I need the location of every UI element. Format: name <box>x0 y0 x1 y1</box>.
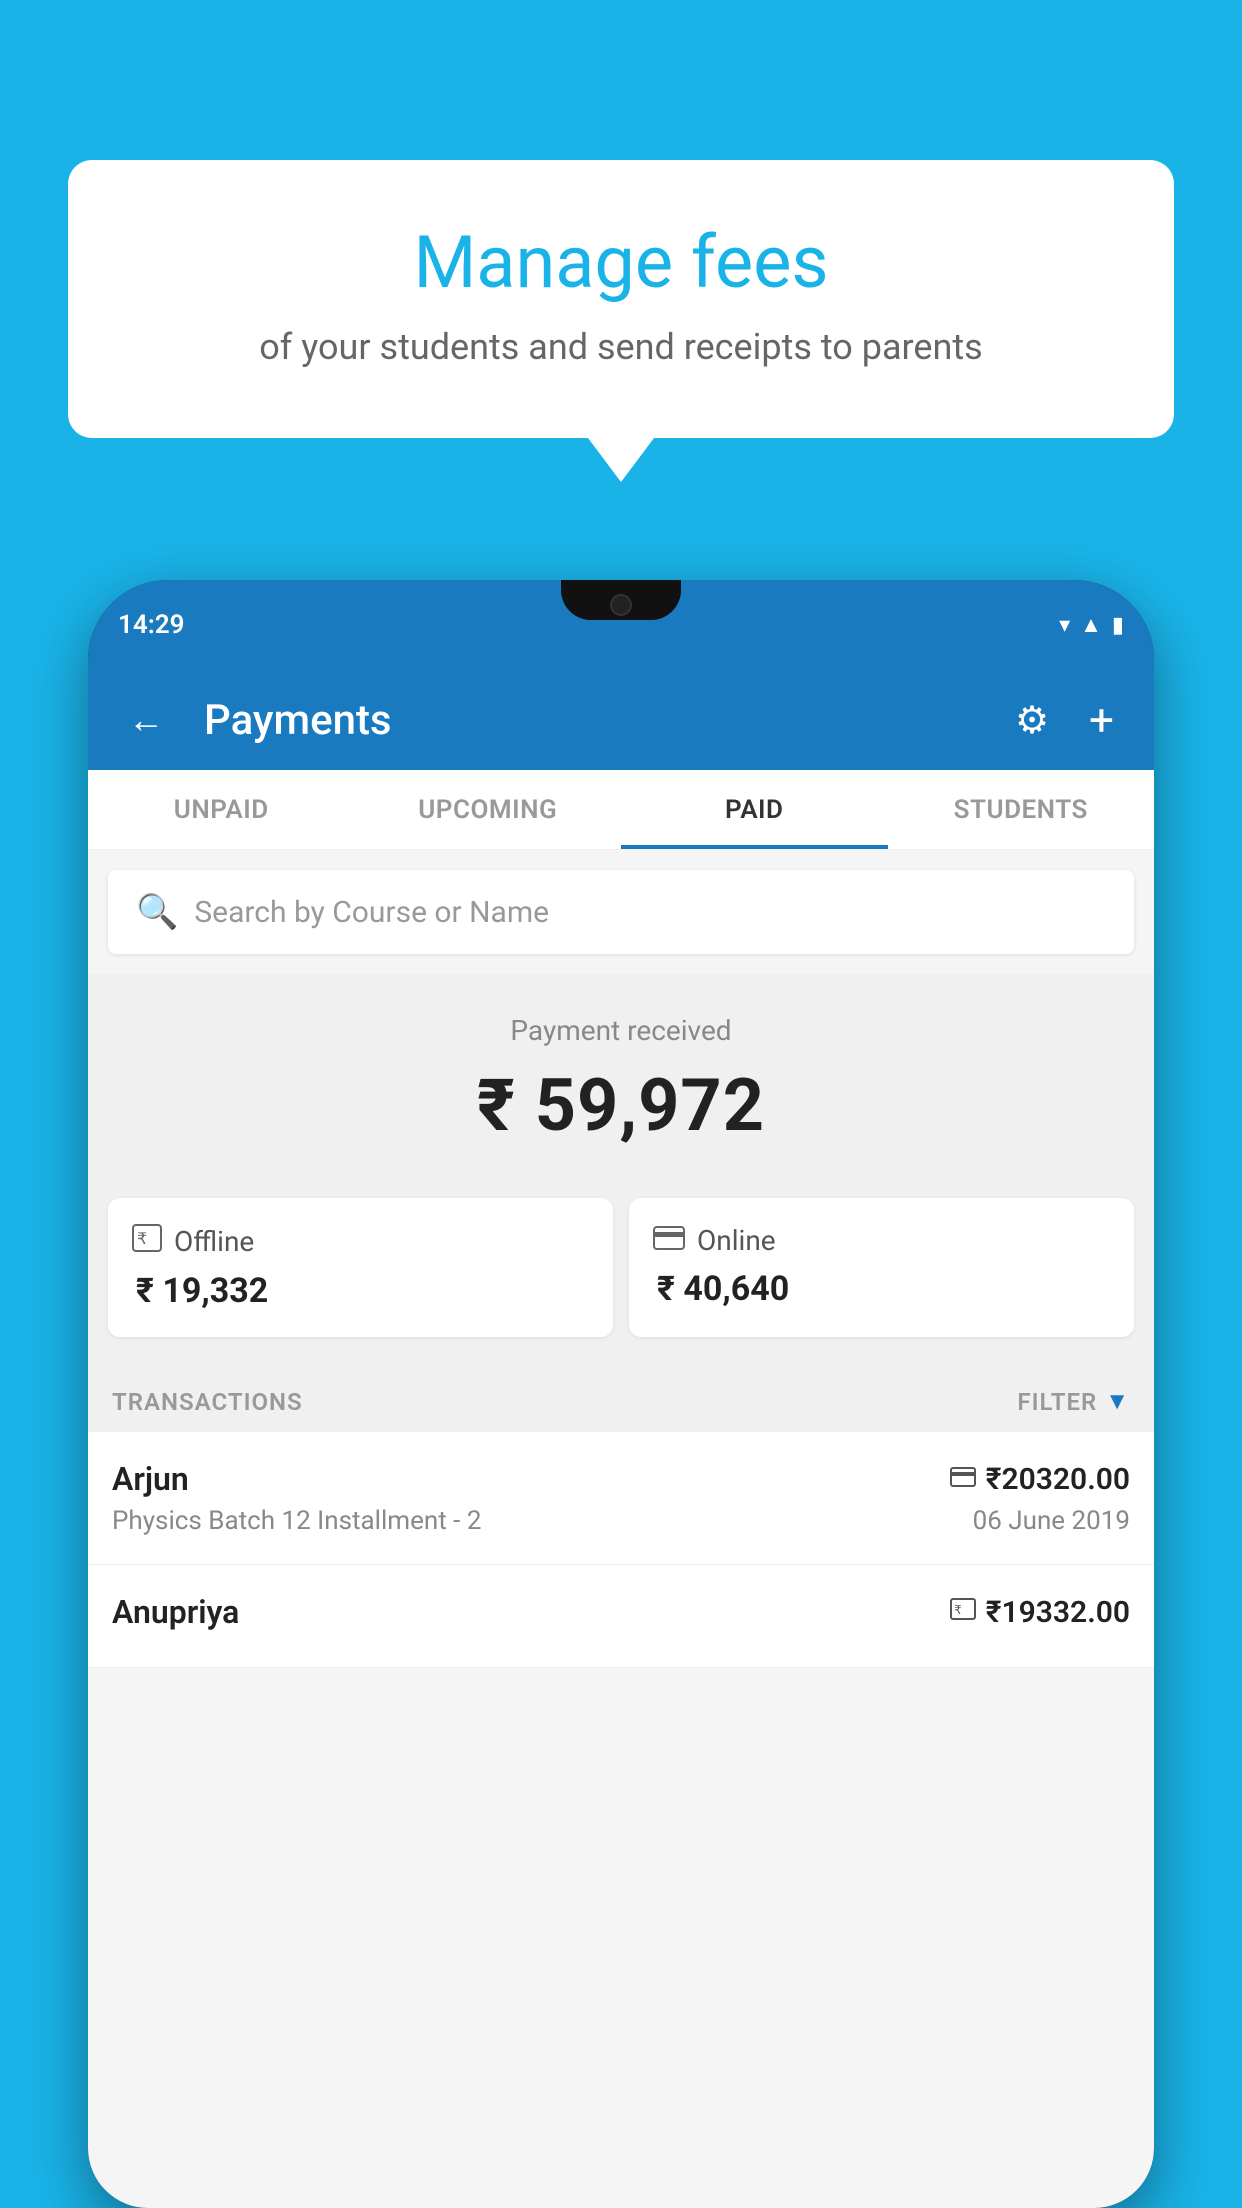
phone-camera <box>610 594 632 616</box>
svg-text:₹: ₹ <box>954 1603 962 1617</box>
filter-label: FILTER <box>1017 1388 1097 1416</box>
filter-button[interactable]: FILTER ▼ <box>1017 1387 1130 1416</box>
payment-summary: Payment received ₹ 59,972 <box>88 974 1154 1178</box>
transaction-item[interactable]: Anupriya ₹ ₹19332.00 <box>88 1565 1154 1668</box>
transaction-name: Anupriya <box>112 1593 239 1631</box>
add-button[interactable]: + <box>1079 684 1124 756</box>
status-bar: 14:29 ▾ ▲ ▮ <box>88 580 1154 670</box>
phone-notch <box>561 580 681 620</box>
settings-button[interactable]: ⚙ <box>1005 688 1059 753</box>
tab-paid[interactable]: PAID <box>621 770 888 849</box>
payment-received-label: Payment received <box>108 1014 1134 1047</box>
page-title: Payments <box>204 696 985 745</box>
status-time: 14:29 <box>118 610 185 640</box>
app-content: 🔍 Search by Course or Name Payment recei… <box>88 850 1154 2208</box>
search-icon: 🔍 <box>136 892 178 932</box>
search-bar[interactable]: 🔍 Search by Course or Name <box>108 870 1134 954</box>
transactions-list: Arjun ₹20320.00 <box>88 1432 1154 1668</box>
payment-total-amount: ₹ 59,972 <box>108 1063 1134 1148</box>
app-header: ← Payments ⚙ + <box>88 670 1154 770</box>
transaction-amount: ₹19332.00 <box>986 1595 1130 1630</box>
online-payment-card: Online ₹ 40,640 <box>629 1198 1134 1337</box>
offline-label: Offline <box>174 1225 254 1258</box>
online-amount: ₹ 40,640 <box>657 1269 1110 1309</box>
transaction-amount: ₹20320.00 <box>986 1462 1130 1497</box>
tab-students[interactable]: STUDENTS <box>888 770 1155 849</box>
transaction-course: Physics Batch 12 Installment - 2 <box>112 1506 481 1536</box>
offline-amount: ₹ 19,332 <box>136 1271 589 1311</box>
payment-cards: ₹ Offline ₹ 19,332 <box>88 1178 1154 1367</box>
transaction-item[interactable]: Arjun ₹20320.00 <box>88 1432 1154 1565</box>
wifi-icon: ▾ <box>1059 613 1070 638</box>
transaction-name: Arjun <box>112 1460 189 1498</box>
speech-bubble: Manage fees of your students and send re… <box>68 160 1174 438</box>
online-payment-icon <box>653 1224 685 1257</box>
transactions-header: TRANSACTIONS FILTER ▼ <box>88 1367 1154 1432</box>
bubble-title: Manage fees <box>118 220 1124 306</box>
offline-payment-icon: ₹ <box>132 1224 162 1259</box>
battery-icon: ▮ <box>1112 613 1124 638</box>
transaction-amount-wrap: ₹ ₹19332.00 <box>950 1595 1130 1630</box>
transaction-amount-wrap: ₹20320.00 <box>950 1462 1130 1497</box>
tab-upcoming[interactable]: UPCOMING <box>355 770 622 849</box>
cash-payment-icon: ₹ <box>950 1597 976 1627</box>
bubble-subtitle: of your students and send receipts to pa… <box>118 326 1124 368</box>
signal-icon: ▲ <box>1080 612 1102 638</box>
tab-unpaid[interactable]: UNPAID <box>88 770 355 849</box>
filter-icon: ▼ <box>1105 1387 1130 1416</box>
card-payment-icon <box>950 1464 976 1494</box>
tab-bar: UNPAID UPCOMING PAID STUDENTS <box>88 770 1154 850</box>
transaction-date: 06 June 2019 <box>973 1506 1130 1536</box>
offline-payment-card: ₹ Offline ₹ 19,332 <box>108 1198 613 1337</box>
search-placeholder-text: Search by Course or Name <box>194 895 549 930</box>
status-icons: ▾ ▲ ▮ <box>1059 612 1124 638</box>
online-label: Online <box>697 1224 776 1257</box>
svg-text:₹: ₹ <box>137 1231 147 1248</box>
phone-device: 14:29 ▾ ▲ ▮ ← Payments ⚙ + U <box>88 580 1154 2208</box>
back-button[interactable]: ← <box>118 689 174 751</box>
transactions-label: TRANSACTIONS <box>112 1388 303 1416</box>
